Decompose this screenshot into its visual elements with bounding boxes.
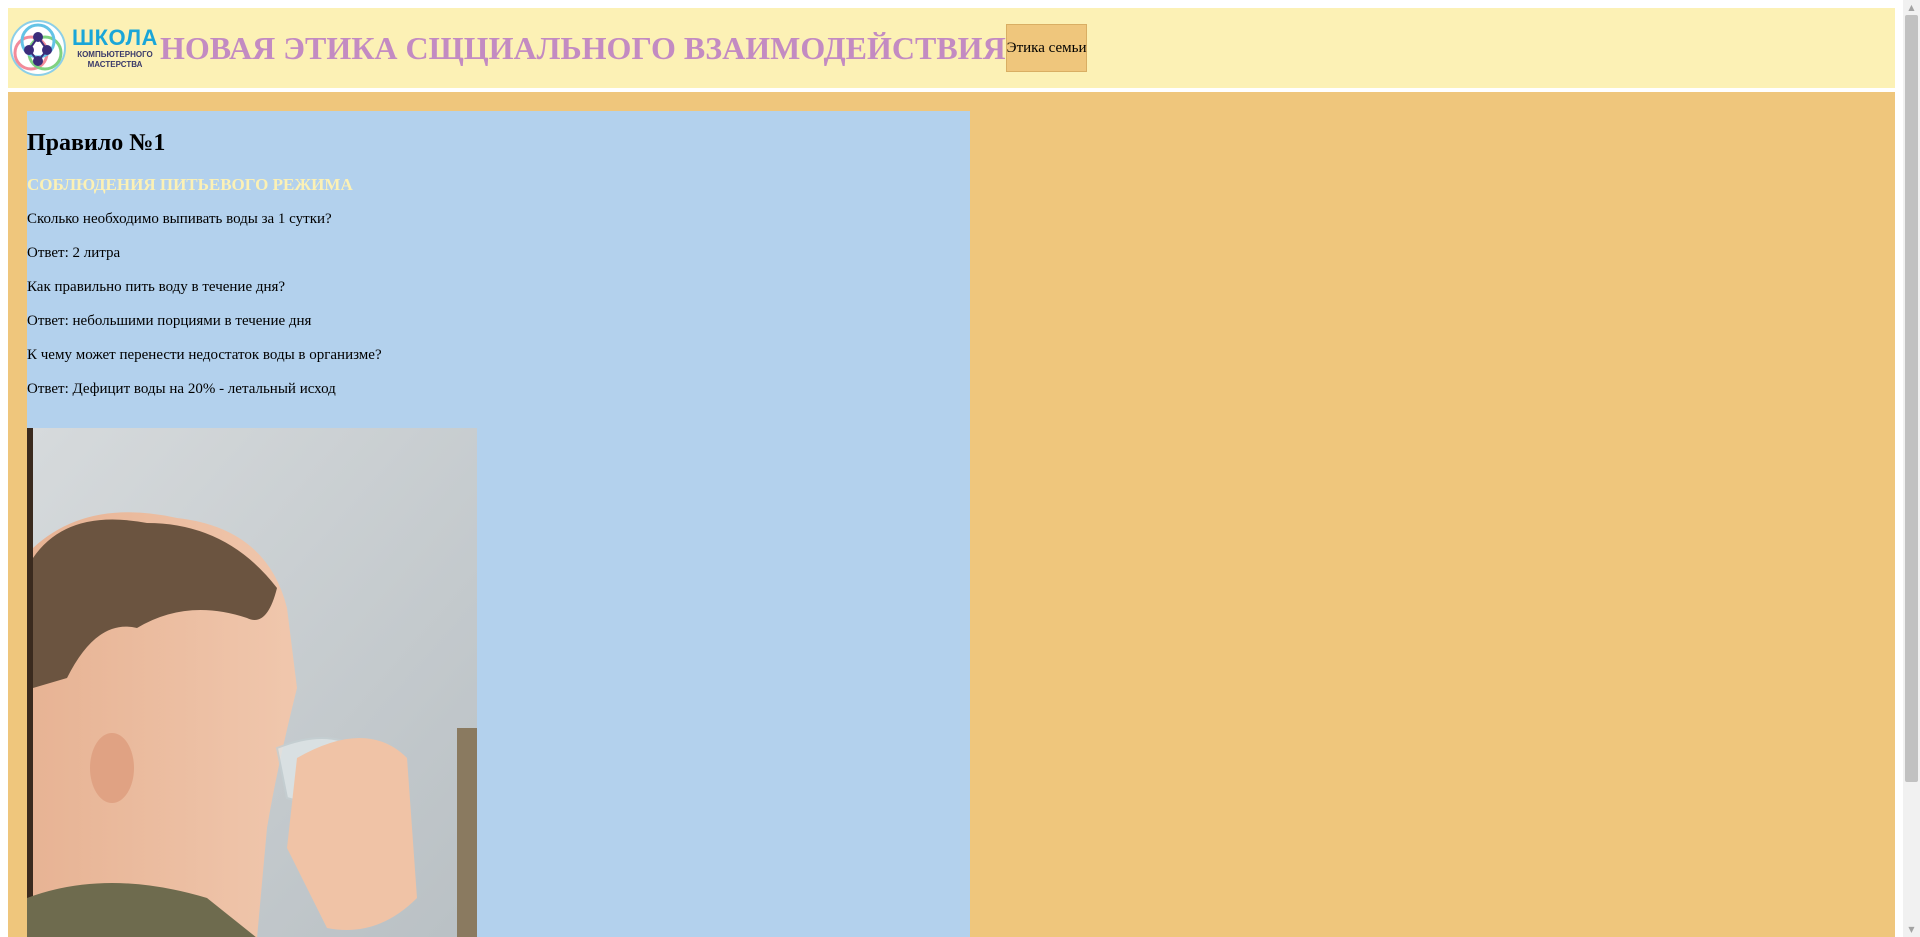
site-title: НОВАЯ ЭТИКА СЩЦИАЛЬНОГО ВЗАИМОДЕЙСТВИЯ	[159, 30, 1006, 66]
logo-text: ШКОЛА КОМПЬЮТЕРНОГО МАСТЕРСТВА	[72, 27, 158, 69]
school-logo[interactable]: ШКОЛА КОМПЬЮТЕРНОГО МАСТЕРСТВА	[9, 19, 158, 77]
site-header: ШКОЛА КОМПЬЮТЕРНОГО МАСТЕРСТВА НОВАЯ ЭТИ…	[8, 8, 1895, 88]
answer-1: Ответ: 2 литра	[27, 245, 121, 261]
main-area: Правило №1 СОБЛЮДЕНИЯ ПИТЬЕВОГО РЕЖИМА С…	[8, 92, 1895, 937]
logo-title: ШКОЛА	[72, 25, 158, 50]
rule-article: Правило №1 СОБЛЮДЕНИЯ ПИТЬЕВОГО РЕЖИМА С…	[27, 111, 970, 937]
page-scrollbar[interactable]: ▲ ▼	[1903, 0, 1920, 937]
question-3: К чему может перенести недостаток воды в…	[27, 347, 382, 363]
rule-subheading: СОБЛЮДЕНИЯ ПИТЬЕВОГО РЕЖИМА	[27, 175, 353, 194]
logo-emblem-icon	[10, 20, 66, 76]
rule-heading: Правило №1	[27, 130, 166, 156]
question-1: Сколько необходимо выпивать воды за 1 су…	[27, 211, 332, 227]
scroll-thumb[interactable]	[1905, 15, 1918, 782]
boy-drinking-water-photo	[27, 428, 477, 937]
page: ШКОЛА КОМПЬЮТЕРНОГО МАСТЕРСТВА НОВАЯ ЭТИ…	[8, 8, 1895, 937]
logo-subtitle-line-1: КОМПЬЮТЕРНОГО	[77, 50, 153, 59]
nav-link-family-ethics[interactable]: Этика семьи	[1005, 24, 1088, 72]
answer-2: Ответ: небольшими порциями в течение дня	[27, 313, 312, 329]
logo-subtitle-line-2: МАСТЕРСТВА	[87, 60, 143, 69]
question-2: Как правильно пить воду в течение дня?	[27, 279, 286, 295]
answer-3: Ответ: Дефицит воды на 20% - летальный и…	[27, 381, 336, 397]
scroll-down-arrow-icon[interactable]: ▼	[1903, 922, 1920, 937]
scroll-up-arrow-icon[interactable]: ▲	[1903, 0, 1920, 15]
